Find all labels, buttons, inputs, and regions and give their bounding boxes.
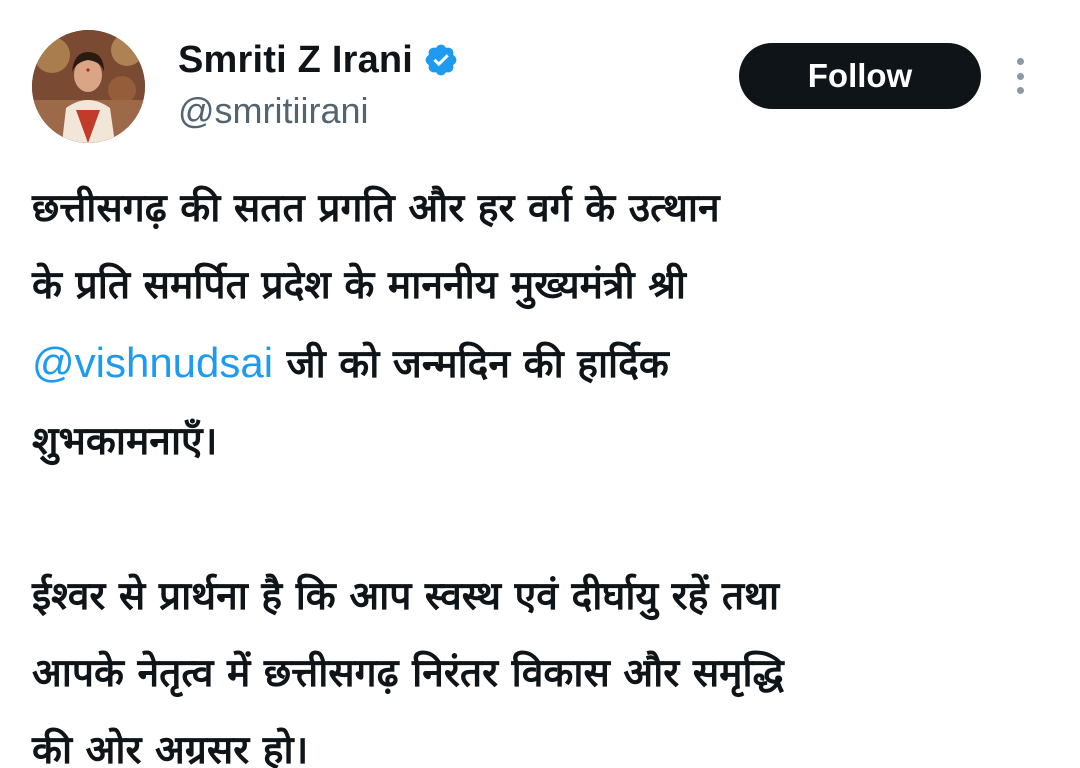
tweet-header: Smriti Z Irani @smritiirani Follow <box>32 30 1040 145</box>
tweet-line: शुभकामनाएँ। <box>32 419 218 464</box>
verified-badge-icon[interactable] <box>423 42 459 78</box>
more-dot <box>1016 87 1024 94</box>
tweet-line: की ओर अग्रसर हो। <box>32 728 309 768</box>
more-dot <box>1016 58 1024 65</box>
tweet-line: छत्तीसगढ़ की सतत प्रगति और हर वर्ग के उत… <box>32 186 720 231</box>
tweet-line-rest: जी को जन्मदिन की हार्दिक <box>273 342 669 387</box>
tweet-line: के प्रति समर्पित प्रदेश के माननीय मुख्यम… <box>32 263 686 308</box>
follow-button[interactable]: Follow <box>739 43 981 109</box>
display-name[interactable]: Smriti Z Irani <box>178 39 413 82</box>
tweet-paragraph-2: ईश्वर से प्रार्थना है कि आप स्वस्थ एवं द… <box>32 558 1050 768</box>
more-vertical-icon[interactable] <box>1013 58 1027 94</box>
name-row: Smriti Z Irani <box>178 38 459 82</box>
tweet-paragraph-1: छत्तीसगढ़ की सतत प्रगति और हर वर्ग के उत… <box>32 170 1050 480</box>
more-dot <box>1016 72 1024 80</box>
author-info: Smriti Z Irani @smritiirani <box>178 38 459 132</box>
handle[interactable]: @smritiirani <box>178 90 459 132</box>
tweet-line: ईश्वर से प्रार्थना है कि आप स्वस्थ एवं द… <box>32 574 780 619</box>
tweet-line: @vishnudsai जी को जन्मदिन की हार्दिक <box>32 324 1050 403</box>
avatar[interactable] <box>32 30 145 143</box>
tweet-line: आपके नेतृत्व में छत्तीसगढ़ निरंतर विकास … <box>32 651 784 696</box>
tweet-text: छत्तीसगढ़ की सतत प्रगति और हर वर्ग के उत… <box>32 170 1050 768</box>
avatar-image <box>32 30 145 143</box>
tweet-card: Smriti Z Irani @smritiirani Follow छत्ती… <box>0 0 1080 768</box>
mention-link[interactable]: @vishnudsai <box>32 339 273 386</box>
